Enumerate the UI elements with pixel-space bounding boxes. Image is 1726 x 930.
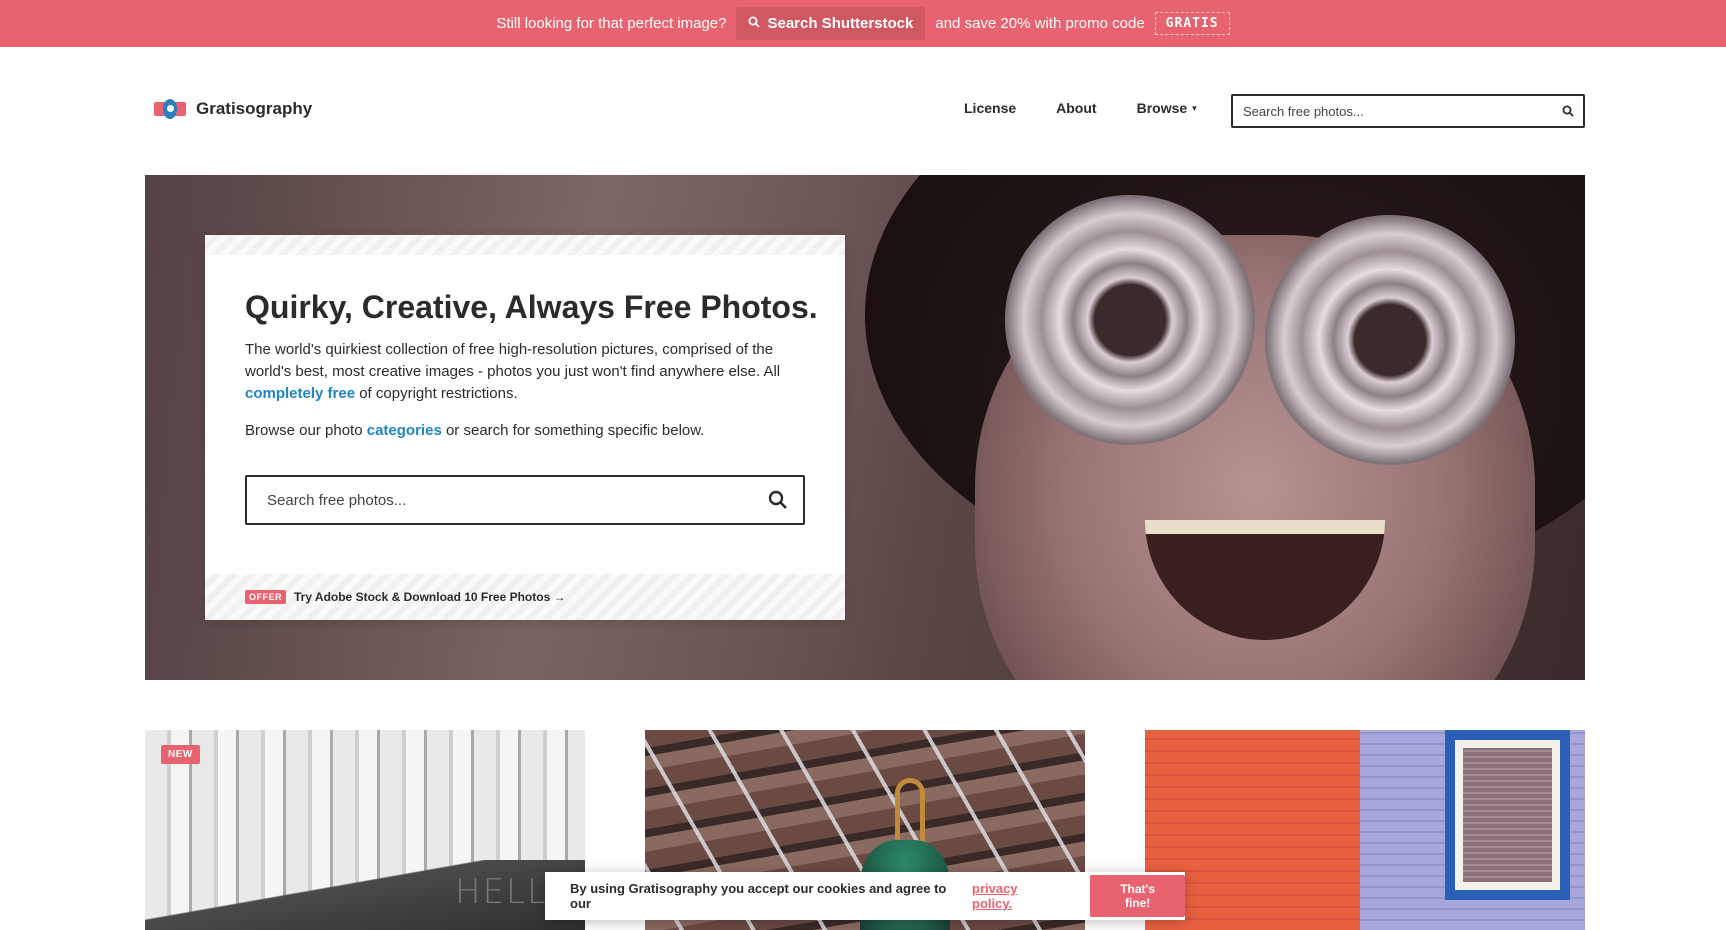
new-badge: NEW	[161, 745, 200, 764]
hero-desc-text-end: of copyright restrictions.	[359, 385, 518, 402]
hero-card-stripe	[205, 235, 845, 255]
adobe-stock-offer-link[interactable]: Try Adobe Stock & Download 10 Free Photo…	[294, 590, 566, 604]
logo-icon	[154, 98, 186, 120]
categories-link[interactable]: categories	[367, 422, 442, 439]
cookie-banner: By using Gratisography you accept our co…	[545, 872, 1185, 920]
hero-search	[245, 475, 805, 525]
hero-banner: Quirky, Creative, Always Free Photos. Th…	[145, 175, 1585, 680]
hero-photo-goggle-left	[1005, 195, 1255, 445]
hero-photo-goggle-right	[1265, 215, 1515, 465]
hero-card: Quirky, Creative, Always Free Photos. Th…	[205, 235, 845, 620]
hero-search-input[interactable]	[247, 477, 753, 523]
search-shutterstock-label: Search Shutterstock	[767, 15, 914, 32]
umbrella-handle	[895, 778, 925, 848]
photo-thumbnail[interactable]	[1145, 730, 1585, 930]
hero-browse-lead: Browse our photo	[245, 422, 363, 439]
main-nav: License About Browse ▾	[964, 100, 1197, 116]
hero-description: The world's quirkiest collection of free…	[245, 339, 805, 405]
search-icon[interactable]	[1553, 105, 1583, 117]
promo-code[interactable]: GRATIS	[1154, 12, 1230, 35]
hero-title: Quirky, Creative, Always Free Photos.	[245, 289, 818, 325]
header-search	[1231, 94, 1585, 128]
search-icon	[748, 15, 761, 32]
offer-badge: OFFER	[245, 590, 286, 604]
search-icon[interactable]	[753, 490, 803, 510]
logo-text: Gratisography	[196, 99, 313, 118]
promo-trail-text: and save 20% with promo code	[935, 15, 1145, 32]
header-search-input[interactable]	[1233, 96, 1553, 126]
privacy-policy-link[interactable]: privacy policy.	[972, 881, 1060, 911]
caret-down-icon: ▾	[1192, 102, 1197, 113]
promo-bar: Still looking for that perfect image? Se…	[0, 0, 1726, 47]
nav-item-browse[interactable]: Browse ▾	[1137, 100, 1197, 116]
hero-browse-trail: or search for something specific below.	[445, 422, 705, 439]
nav-item-about[interactable]: About	[1056, 100, 1096, 116]
nav-item-license[interactable]: License	[964, 100, 1016, 116]
search-shutterstock-button[interactable]: Search Shutterstock	[736, 7, 926, 40]
window	[1445, 730, 1570, 900]
hero-browse-text: Browse our photo categories or search fo…	[245, 422, 704, 439]
logo[interactable]: Gratisography	[154, 98, 312, 120]
offer-strip: OFFER Try Adobe Stock & Download 10 Free…	[205, 574, 845, 620]
promo-lead-text: Still looking for that perfect image?	[496, 15, 727, 32]
window-blind	[1463, 748, 1552, 882]
nav-item-browse-label: Browse	[1136, 100, 1188, 116]
photo-thumbnail[interactable]: HELLO NEW	[145, 730, 585, 930]
accept-cookies-button[interactable]: That's fine!	[1090, 875, 1185, 917]
site-header: Gratisography License About Browse ▾	[145, 90, 1585, 130]
cookie-text: By using Gratisography you accept our co…	[570, 881, 947, 911]
completely-free-link[interactable]: completely free	[245, 385, 355, 402]
hero-desc-text: The world's quirkiest collection of free…	[245, 341, 781, 380]
